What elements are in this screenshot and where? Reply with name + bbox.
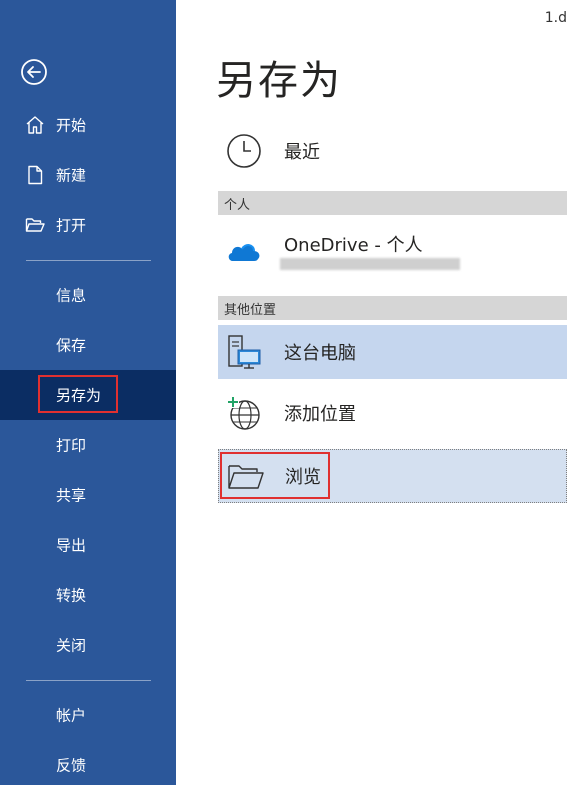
location-recent[interactable]: 最近 [218,125,567,177]
page-title: 另存为 [216,58,342,104]
nav-save[interactable]: 保存 [0,320,176,370]
nav-account[interactable]: 帐户 [0,690,176,740]
nav-transform-label: 转换 [56,586,87,605]
location-onedrive-label: OneDrive - 个人 [284,235,423,256]
nav-feedback[interactable]: 反馈 [0,740,176,790]
nav-info[interactable]: 信息 [0,270,176,320]
nav-new[interactable]: 新建 [0,150,176,200]
section-personal-header: 个人 [218,191,567,215]
nav-print-label: 打印 [56,436,87,455]
location-add-place-label: 添加位置 [284,404,356,425]
back-button[interactable] [20,58,48,86]
location-this-pc-label: 这台电脑 [284,343,356,364]
section-other-header: 其他位置 [218,296,567,320]
location-onedrive[interactable]: OneDrive - 个人 [218,222,567,282]
nav-print[interactable]: 打印 [0,420,176,470]
nav-export-label: 导出 [56,536,87,555]
location-this-pc[interactable]: 这台电脑 [218,325,567,379]
backstage-sidebar: 开始 新建 打开 信息 保存 另存为 打印 共享 导出 转换 关闭 帐户 反馈 [0,0,176,785]
nav-export[interactable]: 导出 [0,520,176,570]
nav-account-label: 帐户 [56,706,87,725]
new-document-icon [28,165,43,185]
redacted-email [280,258,460,270]
sidebar-divider [26,680,151,681]
nav-share-label: 共享 [56,486,87,505]
section-other-label: 其他位置 [224,303,277,318]
nav-transform[interactable]: 转换 [0,570,176,620]
home-icon [26,116,44,134]
nav-new-label: 新建 [56,166,87,185]
nav-open[interactable]: 打开 [0,200,176,250]
back-arrow-icon [21,59,47,85]
save-as-panel: 1.d 另存为 最近 个人 OneDrive - 个人 其他位置 这台电脑 添加… [176,0,567,785]
nav-save-label: 保存 [56,336,87,355]
nav-home-label: 开始 [56,116,87,135]
annotation-highlight-box [38,375,118,413]
globe-add-icon [227,396,260,430]
nav-close[interactable]: 关闭 [0,620,176,670]
computer-icon [228,335,261,369]
nav-close-label: 关闭 [56,636,87,655]
section-personal-label: 个人 [224,198,251,213]
nav-share[interactable]: 共享 [0,470,176,520]
nav-home[interactable]: 开始 [0,100,176,150]
nav-info-label: 信息 [56,286,87,305]
nav-feedback-label: 反馈 [56,756,87,775]
nav-open-label: 打开 [56,216,87,235]
onedrive-cloud-icon [228,244,260,261]
clock-icon [227,134,261,168]
annotation-highlight-box [220,452,330,499]
open-folder-icon [25,218,45,232]
sidebar-divider [26,260,151,261]
location-recent-label: 最近 [284,142,320,163]
location-add-place[interactable]: 添加位置 [218,386,567,440]
document-filename: 1.d [544,10,567,26]
